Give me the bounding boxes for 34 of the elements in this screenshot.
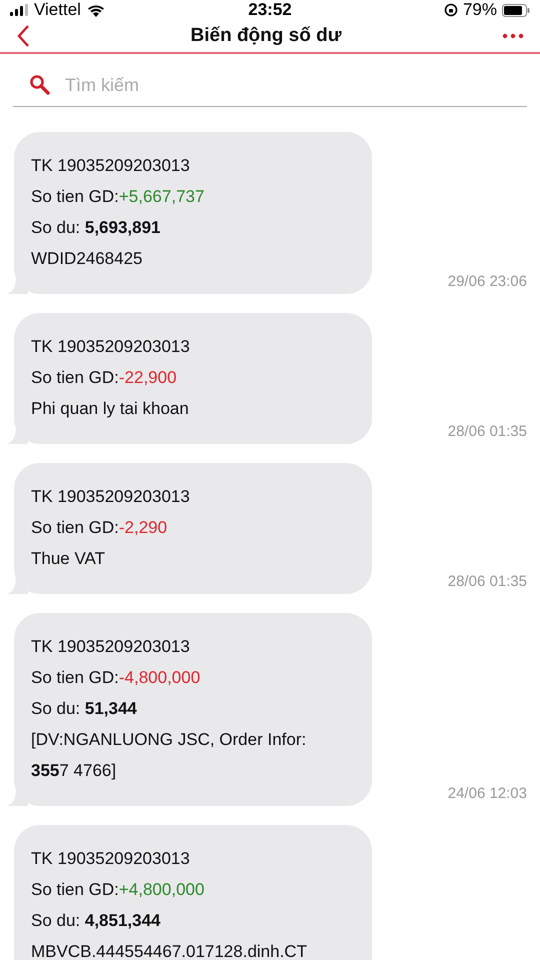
- message-text: So du: 4,851,344: [31, 910, 162, 932]
- amount-line: So tien GD:-4,800,000: [31, 667, 202, 689]
- message-text: TK 19035209203013: [31, 336, 191, 358]
- message-text: Thue VAT: [31, 548, 106, 570]
- message-text: Phi quan ly tai khoan: [31, 398, 190, 420]
- clock-time: 23:52: [247, 0, 293, 20]
- message-text: So du: 51,344: [31, 698, 138, 720]
- screen-title: Biến động số dư: [190, 25, 342, 47]
- battery-icon: [502, 4, 530, 16]
- message-text: TK 19035209203013: [31, 636, 191, 658]
- amount-line: So tien GD:-2,290: [31, 517, 168, 539]
- message-text: MBVCB.444554467.017128.dinh.CT: [31, 941, 308, 960]
- more-dots-icon: [502, 33, 524, 39]
- message-text: [DV:NGANLUONG JSC, Order Infor:: [31, 729, 308, 751]
- message-text: TK 19035209203013: [31, 486, 191, 508]
- search-field[interactable]: Tìm kiếm: [63, 74, 527, 96]
- message-text: TK 19035209203013: [31, 848, 191, 870]
- message-time: 28/06 01:35: [446, 573, 527, 592]
- search-icon: [29, 74, 51, 96]
- message-time: 29/06 23:06: [446, 273, 527, 292]
- message-text: WDID2468425: [31, 248, 144, 270]
- message-time: 28/06 01:35: [446, 423, 527, 442]
- amount-line: So tien GD:+4,800,000: [31, 879, 206, 901]
- message-text: TK 19035209203013: [31, 155, 191, 177]
- battery-percent: 79%: [462, 0, 497, 20]
- amount-line: So tien GD:-22,900: [31, 367, 178, 389]
- message-time: 24/06 12:03: [446, 785, 527, 804]
- amount-line: So tien GD:+5,667,737: [31, 186, 206, 208]
- message-text: 3557 4766]: [31, 760, 118, 782]
- message-text: So du: 5,693,891: [31, 217, 162, 239]
- signal-icon: [10, 4, 28, 16]
- rotation-lock-icon: [444, 3, 458, 17]
- wifi-icon: [86, 4, 105, 16]
- carrier-name: Viettel: [34, 0, 81, 20]
